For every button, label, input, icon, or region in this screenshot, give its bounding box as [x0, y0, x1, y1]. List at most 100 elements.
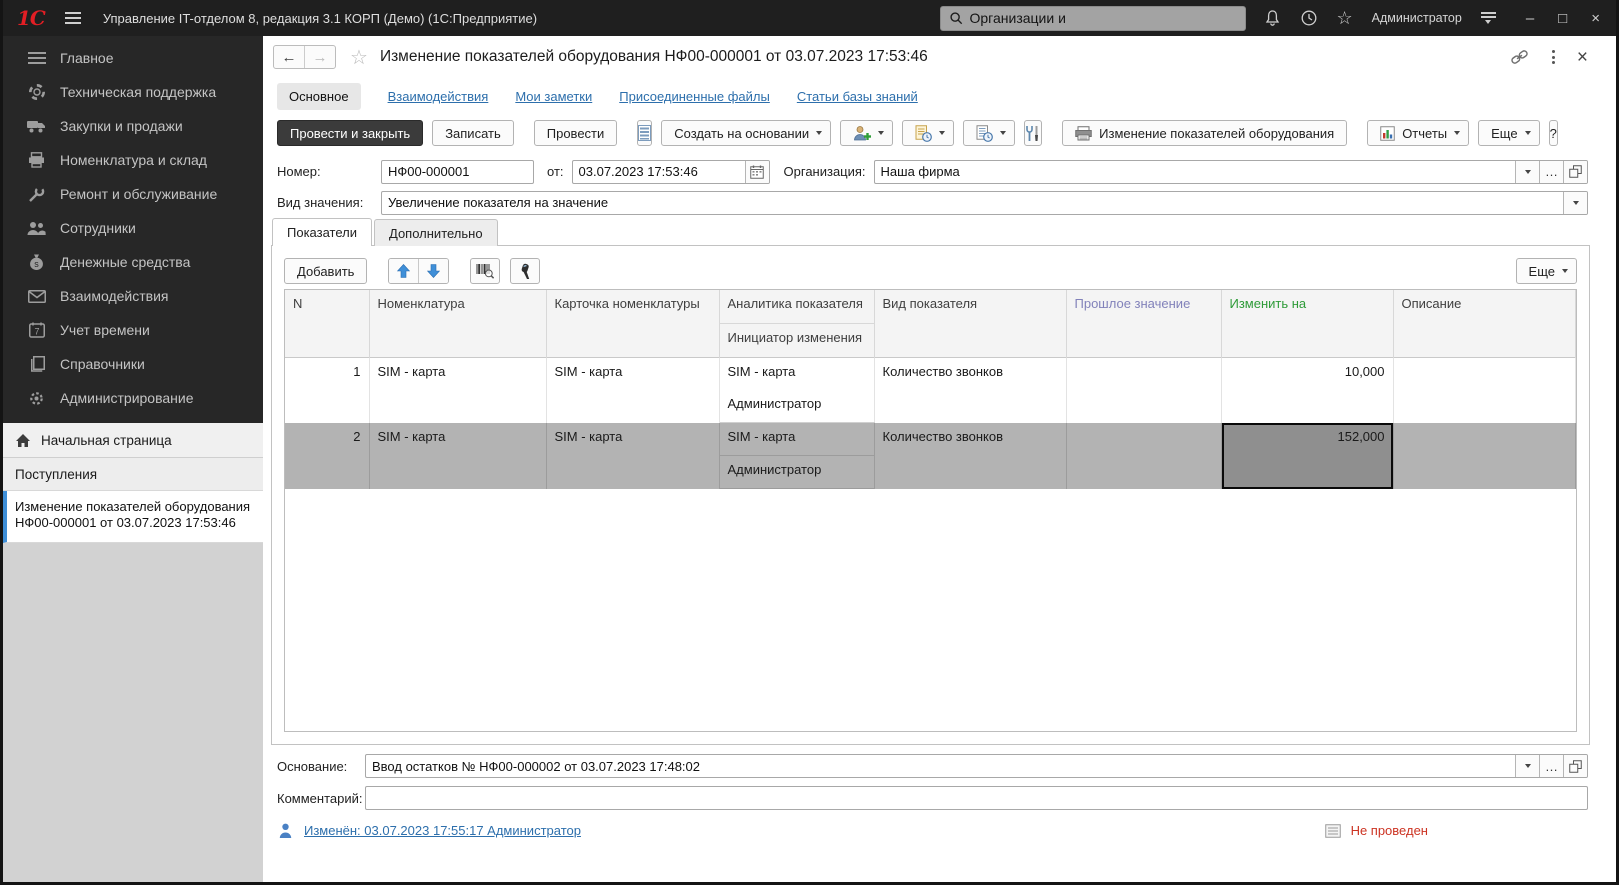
- cell-previous-value[interactable]: [1066, 358, 1221, 423]
- add-user-dropdown-button[interactable]: [840, 120, 893, 146]
- sidebar-item-repair-service[interactable]: Ремонт и обслуживание: [3, 177, 263, 211]
- basis-dropdown-button[interactable]: [1515, 755, 1539, 777]
- add-row-button[interactable]: Добавить: [284, 258, 367, 284]
- organization-input[interactable]: [875, 161, 1515, 183]
- back-button[interactable]: ←: [274, 46, 304, 68]
- column-header-analytics[interactable]: Аналитика показателя: [719, 290, 874, 324]
- open-window-active[interactable]: Изменение показателей оборудования НФ00-…: [3, 491, 263, 543]
- sidebar-item-employees[interactable]: Сотрудники: [3, 211, 263, 245]
- date-input[interactable]: [573, 161, 745, 183]
- window-maximize-button[interactable]: □: [1558, 10, 1567, 27]
- modified-link[interactable]: Изменён: 03.07.2023 17:55:17 Администрат…: [304, 823, 581, 838]
- close-document-button[interactable]: ×: [1577, 48, 1588, 67]
- document-tasks-dropdown-button[interactable]: [902, 120, 954, 146]
- move-row-up-button[interactable]: [389, 259, 418, 283]
- organization-open-button[interactable]: [1563, 161, 1587, 183]
- current-user[interactable]: Администратор: [1372, 11, 1462, 25]
- column-header-card[interactable]: Карточка номенклатуры: [546, 290, 719, 358]
- favorite-star-icon[interactable]: ☆: [350, 45, 368, 70]
- open-window-receipts[interactable]: Поступления: [3, 458, 263, 491]
- column-header-nomenclature[interactable]: Номенклатура: [369, 290, 546, 358]
- cell-kind[interactable]: Количество звонков: [874, 423, 1066, 489]
- nav-link-interactions[interactable]: Взаимодействия: [388, 89, 489, 104]
- tab-additional[interactable]: Дополнительно: [374, 219, 498, 246]
- cell-analytics[interactable]: SIM - карта: [719, 358, 874, 391]
- sidebar-item-money[interactable]: s Денежные средства: [3, 245, 263, 279]
- cell-kind[interactable]: Количество звонков: [874, 358, 1066, 423]
- create-on-basis-button[interactable]: Создать на основании: [661, 120, 831, 146]
- cell-card[interactable]: SIM - карта: [546, 358, 719, 423]
- main-menu-icon[interactable]: [65, 12, 81, 24]
- cell-row-number[interactable]: 2: [285, 423, 369, 489]
- nav-link-my-notes[interactable]: Мои заметки: [515, 89, 592, 104]
- nav-tab-main[interactable]: Основное: [277, 83, 361, 110]
- move-row-down-button[interactable]: [418, 259, 448, 283]
- column-header-n[interactable]: N: [285, 290, 369, 358]
- tab-indicators[interactable]: Показатели: [272, 218, 372, 246]
- barcode-scanner-button[interactable]: [510, 258, 540, 284]
- organization-dropdown-button[interactable]: [1515, 161, 1539, 183]
- reports-button[interactable]: Отчеты: [1367, 120, 1469, 146]
- sidebar-item-time-tracking[interactable]: 7 Учет времени: [3, 313, 263, 347]
- cell-description[interactable]: [1393, 358, 1576, 423]
- notifications-bell-icon[interactable]: [1264, 9, 1281, 27]
- sidebar-item-purchases-sales[interactable]: Закупки и продажи: [3, 109, 263, 143]
- more-actions-kebab-icon[interactable]: [1552, 50, 1555, 64]
- basis-open-button[interactable]: [1563, 755, 1587, 777]
- nav-link-knowledge-base[interactable]: Статьи базы знаний: [797, 89, 918, 104]
- post-button[interactable]: Провести: [534, 120, 618, 146]
- value-kind-dropdown-button[interactable]: [1563, 192, 1587, 214]
- sidebar-item-main[interactable]: Главное: [3, 41, 263, 75]
- comment-input[interactable]: [366, 787, 1587, 809]
- nav-link-attached-files[interactable]: Присоединенные файлы: [619, 89, 770, 104]
- user-menu-icon[interactable]: [1481, 12, 1496, 24]
- cell-row-number[interactable]: 1: [285, 358, 369, 423]
- basis-choose-button[interactable]: …: [1539, 755, 1563, 777]
- global-search-input[interactable]: Организации и: [940, 6, 1246, 31]
- print-button[interactable]: Изменение показателей оборудования: [1062, 120, 1347, 146]
- column-header-change-to[interactable]: Изменить на: [1221, 290, 1393, 358]
- list-schedule-dropdown-button[interactable]: [963, 120, 1015, 146]
- home-page-item[interactable]: Начальная страница: [3, 423, 263, 458]
- cell-initiator[interactable]: Администратор: [719, 390, 874, 423]
- date-calendar-button[interactable]: [745, 161, 769, 183]
- more-button[interactable]: Еще: [1478, 120, 1539, 146]
- cell-change-to[interactable]: 10,000: [1221, 358, 1393, 423]
- cell-change-to-focused[interactable]: 152,000: [1221, 423, 1393, 489]
- cell-analytics[interactable]: SIM - карта: [719, 423, 874, 456]
- column-header-previous-value[interactable]: Прошлое значение: [1066, 290, 1221, 358]
- column-header-initiator[interactable]: Инициатор изменения: [719, 324, 874, 358]
- get-link-icon[interactable]: [1509, 49, 1530, 65]
- cell-description[interactable]: [1393, 423, 1576, 489]
- table-row[interactable]: 1 SIM - карта SIM - карта SIM - карта Ко…: [285, 358, 1576, 391]
- service-tools-button[interactable]: [1024, 120, 1042, 146]
- favorites-star-icon[interactable]: ☆: [1337, 8, 1353, 29]
- barcode-search-button[interactable]: [470, 258, 500, 284]
- column-header-description[interactable]: Описание: [1393, 290, 1576, 358]
- table-more-button[interactable]: Еще: [1516, 258, 1577, 284]
- cell-card[interactable]: SIM - карта: [546, 423, 719, 489]
- window-minimize-button[interactable]: –: [1526, 10, 1534, 27]
- cell-initiator[interactable]: Администратор: [719, 456, 874, 489]
- window-close-button[interactable]: ×: [1591, 10, 1600, 27]
- basis-input[interactable]: [366, 755, 1515, 777]
- cell-nomenclature[interactable]: SIM - карта: [369, 358, 546, 423]
- table-row-selected[interactable]: 2 SIM - карта SIM - карта SIM - карта Ко…: [285, 423, 1576, 456]
- sidebar-item-administration[interactable]: Администрирование: [3, 381, 263, 415]
- cell-previous-value[interactable]: [1066, 423, 1221, 489]
- sidebar-item-interactions[interactable]: Взаимодействия: [3, 279, 263, 313]
- column-header-kind[interactable]: Вид показателя: [874, 290, 1066, 358]
- value-kind-input[interactable]: [382, 192, 1563, 214]
- help-button[interactable]: ?: [1549, 120, 1558, 146]
- organization-choose-button[interactable]: …: [1539, 161, 1563, 183]
- number-input[interactable]: [382, 161, 533, 183]
- sidebar-item-references[interactable]: Справочники: [3, 347, 263, 381]
- post-and-close-button[interactable]: Провести и закрыть: [277, 120, 423, 146]
- sidebar-item-nomenclature-warehouse[interactable]: Номенклатура и склад: [3, 143, 263, 177]
- save-button[interactable]: Записать: [432, 120, 514, 146]
- history-icon[interactable]: [1300, 9, 1318, 27]
- sidebar-item-tech-support[interactable]: Техническая поддержка: [3, 75, 263, 109]
- cell-nomenclature[interactable]: SIM - карта: [369, 423, 546, 489]
- show-register-records-button[interactable]: [637, 120, 652, 146]
- forward-button[interactable]: →: [304, 46, 335, 68]
